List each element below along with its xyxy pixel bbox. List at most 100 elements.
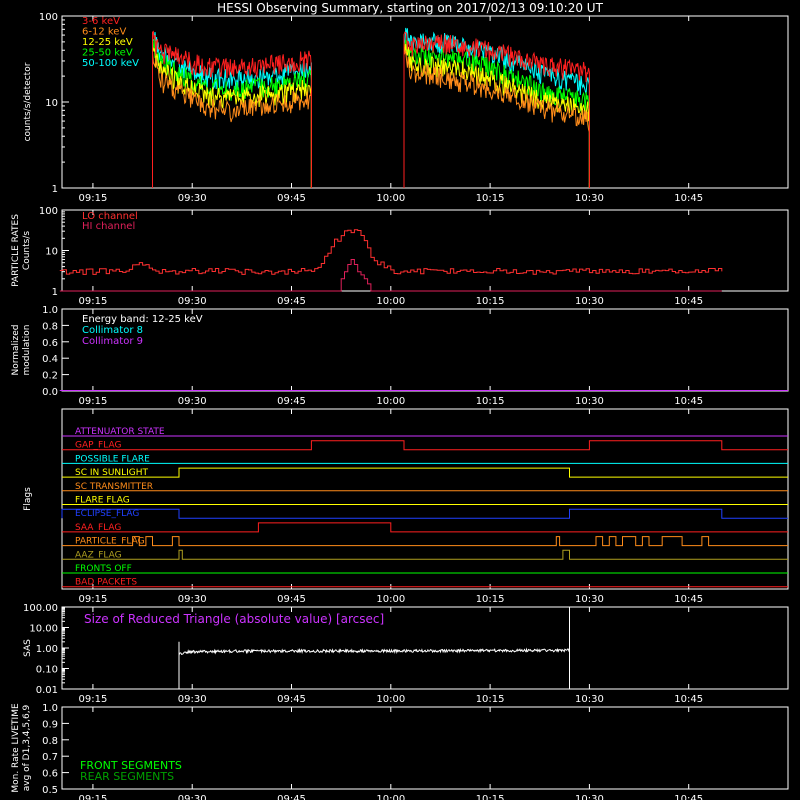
flag-label: SC IN SUNLIGHT — [75, 468, 149, 478]
x-tick-label: 10:15 — [476, 396, 505, 407]
y-tick-label: 0.5 — [42, 785, 58, 796]
legend-entry: Collimator 8 — [82, 325, 143, 336]
panel-livetime: 09:15 09:30 09:45 10:00 10:15 10:30 10:45 Mon. … — [11, 703, 789, 800]
y-tick-label: 0.8 — [42, 736, 58, 747]
x-tick-label: 10:30 — [575, 193, 604, 204]
flag-line — [62, 440, 788, 451]
flag-label: PARTICLE_FLAG — [75, 537, 145, 547]
figure-title: HESSI Observing Summary, starting on 201… — [217, 1, 603, 15]
x-tick-label: 09:15 — [79, 594, 108, 605]
flag-label: ECLIPSE_FLAG — [75, 509, 139, 519]
x-tick-label: 09:45 — [277, 594, 306, 605]
panel-sas: 09:15 09:30 09:45 10:00 10:15 10:30 10:45 SAS0.… — [23, 603, 789, 705]
x-tick-label: 10:00 — [376, 193, 405, 204]
y-axis-label: SAS — [23, 639, 33, 657]
x-tick-label: 10:30 — [575, 694, 604, 705]
y-tick-label: 1 — [52, 184, 58, 195]
flag-line — [62, 522, 788, 533]
x-tick-label: 09:45 — [277, 396, 306, 407]
x-tick-label: 10:15 — [476, 594, 505, 605]
legend-entry: 12-25 keV — [82, 37, 133, 48]
y-tick-label: 100 — [39, 206, 58, 217]
x-tick-label: 10:15 — [476, 193, 505, 204]
flag-label: BAD PACKETS — [75, 578, 137, 588]
flag-line — [62, 536, 788, 547]
y-tick-label: 100 — [39, 12, 58, 23]
x-tick-label: 10:00 — [376, 296, 405, 307]
x-tick-label: 09:30 — [178, 794, 207, 800]
flag-label: GAP_FLAG — [75, 441, 121, 451]
legend-entry: Collimator 9 — [82, 336, 143, 347]
y-tick-label: 100.00 — [23, 603, 58, 614]
x-tick-label: 09:15 — [79, 794, 108, 800]
y-tick-label: 0.10 — [36, 665, 58, 676]
x-tick-label: 09:30 — [178, 694, 207, 705]
y-tick-label: 1.0 — [42, 305, 58, 316]
legend-entry: 3-6 keV — [82, 16, 120, 27]
flag-label: ATTENUATOR STATE — [75, 427, 165, 437]
y-axis-label: modulation — [22, 325, 32, 376]
x-tick-label: 10:15 — [476, 794, 505, 800]
x-tick-label: 09:30 — [178, 296, 207, 307]
x-tick-label: 10:30 — [575, 794, 604, 800]
x-tick-label: 10:45 — [674, 296, 703, 307]
flag-line — [61, 508, 788, 519]
x-tick-label: 10:45 — [674, 794, 703, 800]
x-tick-label: 09:15 — [79, 396, 108, 407]
x-tick-label: 10:45 — [674, 694, 703, 705]
x-tick-label: 10:15 — [476, 296, 505, 307]
x-tick-label: 09:30 — [178, 193, 207, 204]
x-tick-label: 10:30 — [575, 396, 604, 407]
flag-label: SAA_FLAG — [75, 523, 121, 533]
panel-flags: 09:15 09:30 09:45 10:00 10:15 10:30 10:45 Flags… — [23, 408, 789, 605]
y-tick-label: 10 — [45, 247, 58, 258]
x-tick-label: 10:30 — [575, 594, 604, 605]
flag-label: AAZ_FLAG — [75, 550, 122, 560]
y-tick-label: 10 — [45, 98, 58, 109]
legend-entry: HI channel — [82, 221, 135, 232]
x-tick-label: 09:45 — [277, 794, 306, 800]
x-tick-label: 09:30 — [178, 396, 207, 407]
y-tick-label: 0.0 — [42, 387, 58, 398]
x-tick-label: 09:15 — [79, 193, 108, 204]
y-tick-label: 0.9 — [42, 719, 58, 730]
y-tick-label: 1 — [52, 287, 58, 298]
y-tick-label: 10.00 — [29, 624, 58, 635]
y-tick-label: 0.6 — [42, 338, 58, 349]
y-tick-label: 0.2 — [42, 371, 58, 382]
x-tick-label: 09:45 — [277, 694, 306, 705]
flag-label: POSSIBLE FLARE — [75, 454, 150, 464]
sas-annotation: Size of Reduced Triangle (absolute value… — [84, 612, 384, 626]
y-axis-label: avg of D1,3,4,5,6,9 — [22, 704, 32, 791]
legend-entry: 50-100 keV — [82, 58, 139, 69]
x-tick-label: 09:30 — [178, 594, 207, 605]
series-line-50-100-keV — [152, 27, 590, 188]
x-tick-label: 10:15 — [476, 694, 505, 705]
y-tick-label: 0.4 — [42, 354, 58, 365]
panel-frame — [61, 209, 789, 292]
y-axis-label: PARTICLE RATES — [11, 214, 21, 287]
series-line-LO-channel — [59, 229, 723, 275]
y-tick-label: 0.7 — [42, 752, 58, 763]
x-tick-label: 09:15 — [79, 694, 108, 705]
x-tick-label: 10:45 — [674, 193, 703, 204]
x-tick-label: 10:45 — [674, 594, 703, 605]
x-tick-label: 10:45 — [674, 396, 703, 407]
x-tick-label: 10:00 — [376, 396, 405, 407]
x-tick-label: 10:00 — [376, 694, 405, 705]
y-axis-label: counts/s/detector — [23, 62, 33, 141]
panel-particle-rates: 09:15 09:30 09:45 10:00 10:15 10:30 10:45 PARTI… — [11, 206, 789, 307]
flag-label: FLARE FLAG — [75, 496, 130, 506]
y-axis-label: Counts/s — [22, 231, 32, 270]
x-tick-label: 10:30 — [575, 296, 604, 307]
flag-label: FRONTS OFF — [75, 564, 132, 574]
legend-entry: REAR SEGMENTS — [80, 770, 174, 783]
flag-label: SC TRANSMITTER — [75, 482, 153, 492]
observing-summary-figure: HESSI Observing Summary, starting on 201… — [11, 1, 789, 800]
y-tick-label: 1.00 — [36, 644, 58, 655]
y-tick-label: 0.6 — [42, 769, 58, 780]
y-tick-label: 0.8 — [42, 321, 58, 332]
x-tick-label: 09:15 — [79, 296, 108, 307]
energy-band-label: Energy band: 12-25 keV — [82, 314, 203, 325]
x-tick-label: 10:00 — [376, 594, 405, 605]
